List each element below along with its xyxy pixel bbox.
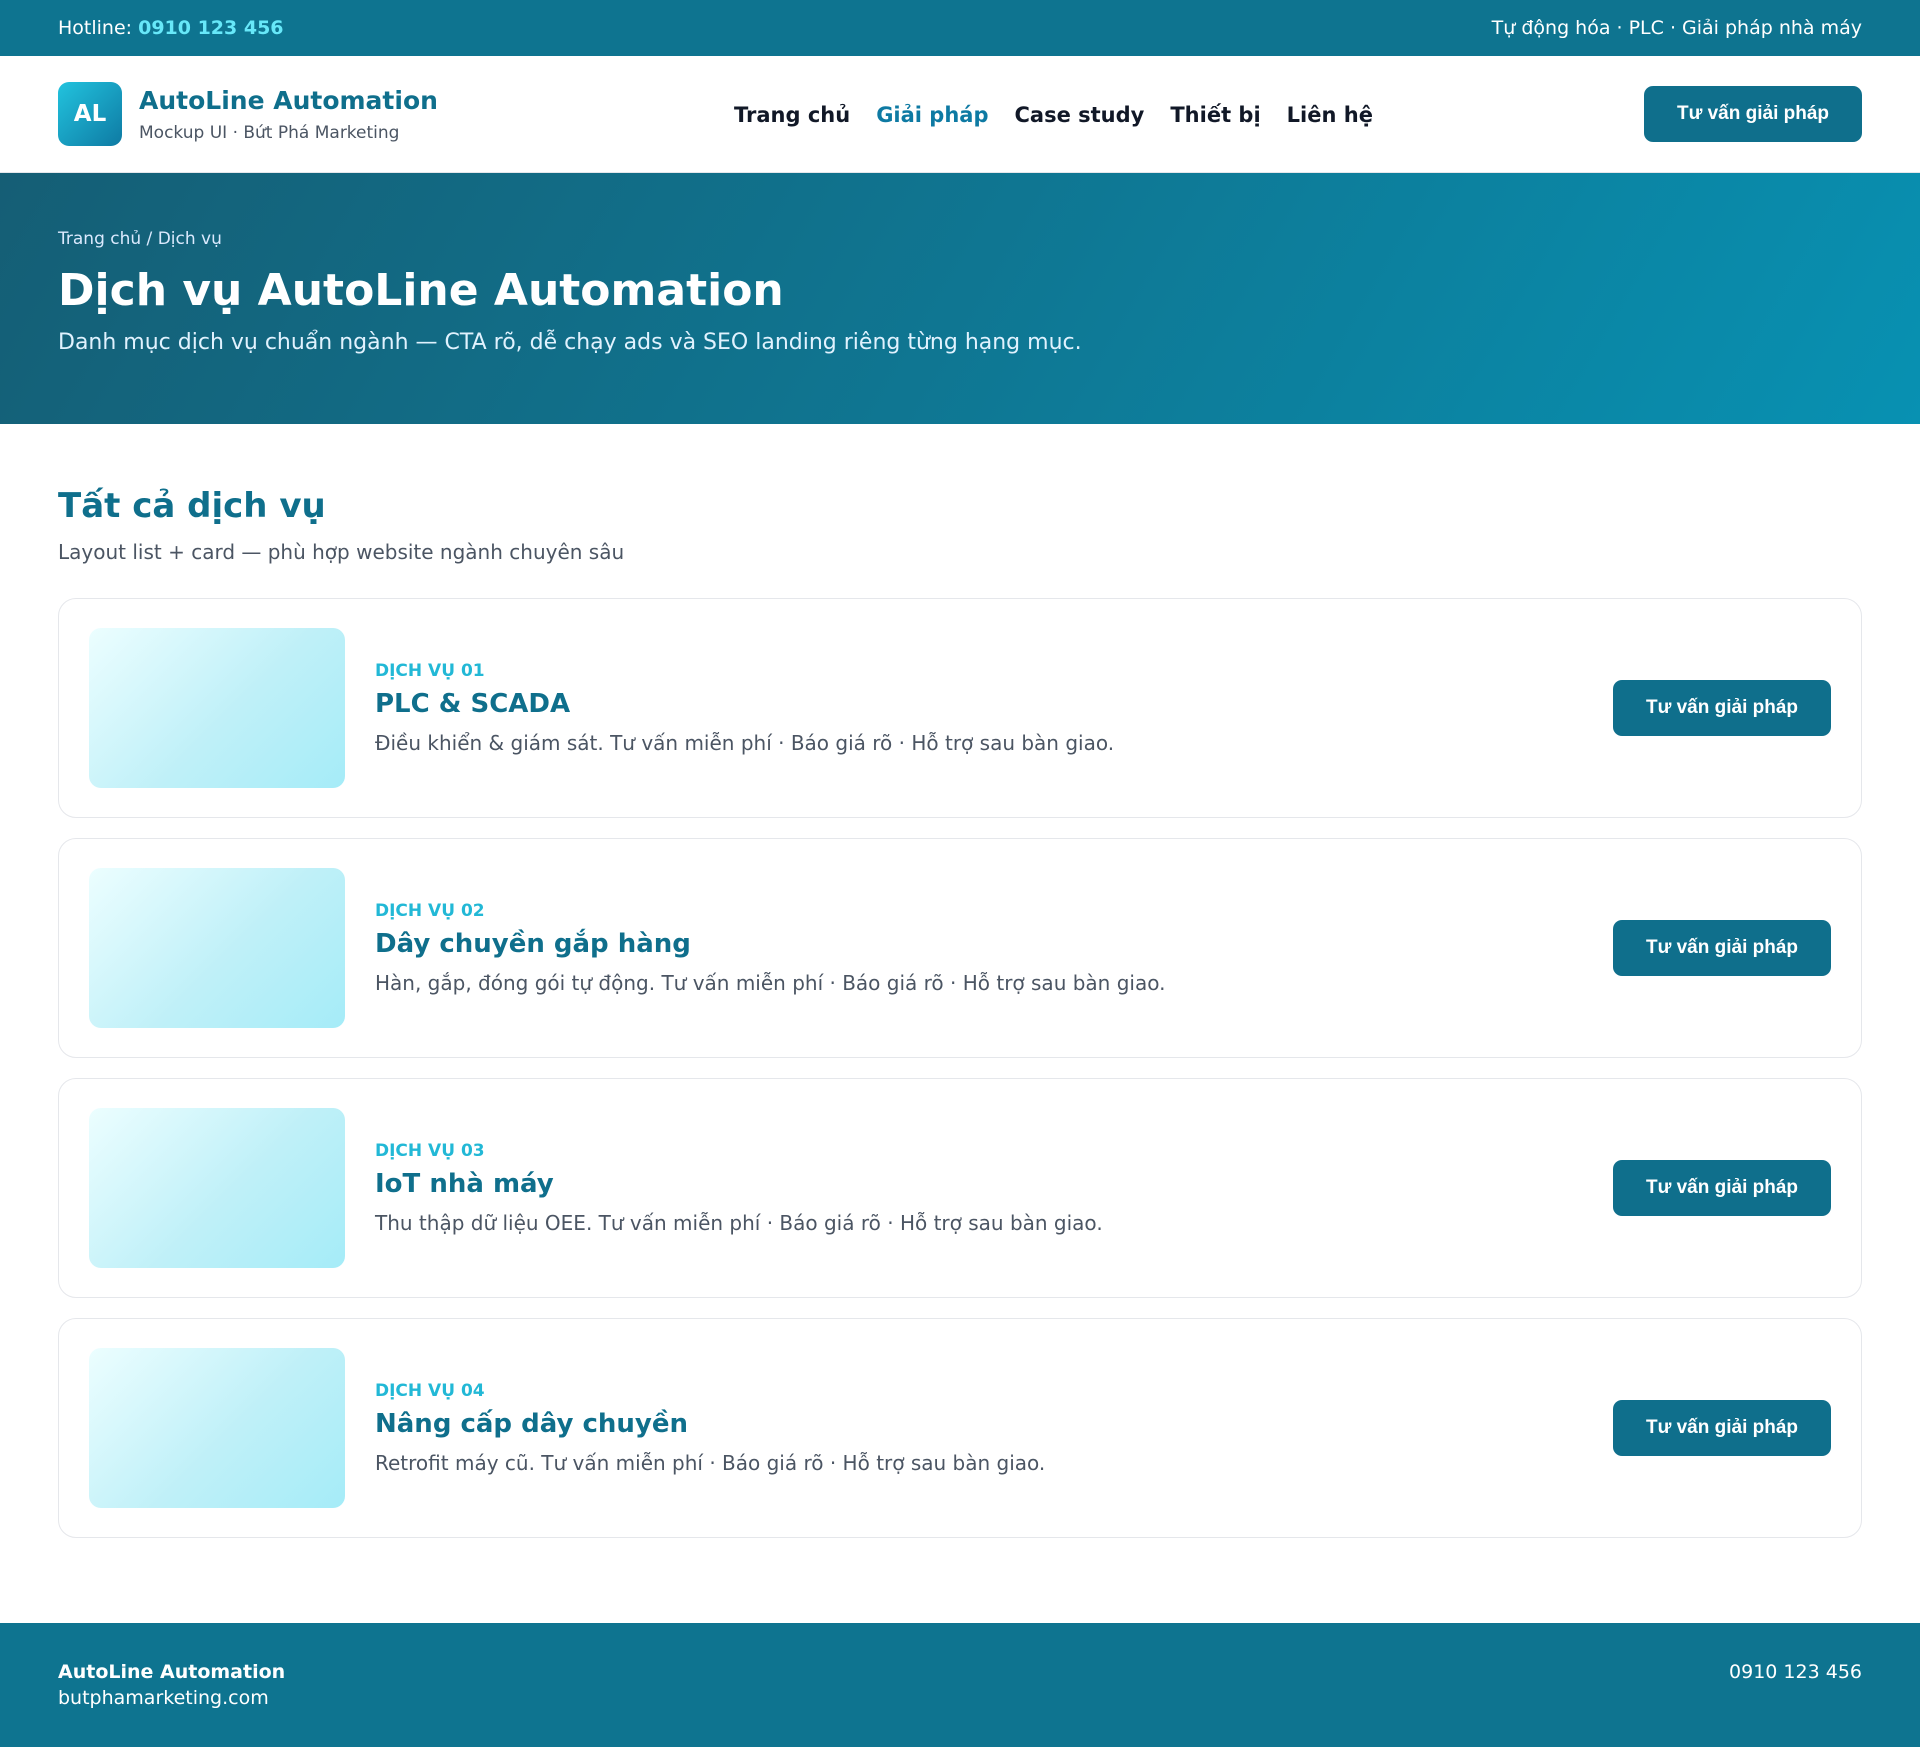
service-thumbnail [89,1108,345,1268]
footer-phone[interactable]: 0910 123 456 [1729,1661,1862,1747]
section-title: Tất cả dịch vụ [58,486,326,526]
service-title[interactable]: Nâng cấp dây chuyền [375,1409,1045,1439]
hotline: Hotline: 0910 123 456 [58,17,284,39]
service-description: Thu thập dữ liệu OEE. Tư vấn miễn phí · … [375,1211,1103,1235]
logo[interactable]: AL [58,82,122,146]
footer-company: AutoLine Automation [58,1661,286,1683]
brand-name: AutoLine Automation [139,85,438,115]
hotline-number[interactable]: 0910 123 456 [138,17,283,39]
nav-item-equipment[interactable]: Thiết bị [1170,103,1260,127]
service-thumbnail [89,868,345,1028]
service-thumbnail [89,628,345,788]
service-tag: DỊCH VỤ 04 [375,1381,485,1401]
header-cta-button[interactable]: Tư vấn giải pháp [1644,86,1862,142]
page-title: Dịch vụ AutoLine Automation [58,265,784,316]
hero-banner: Trang chủ / Dịch vụ Dịch vụ AutoLine Aut… [0,173,1920,424]
service-cta-button[interactable]: Tư vấn giải pháp [1613,1160,1831,1216]
main-content: Tất cả dịch vụ Layout list + card — phù … [0,424,1920,1538]
top-bar: Hotline: 0910 123 456 Tự động hóa · PLC … [0,0,1920,56]
footer-website[interactable]: butphamarketing.com [58,1687,285,1709]
service-tag: DỊCH VỤ 03 [375,1141,485,1161]
topbar-tagline: Tự động hóa · PLC · Giải pháp nhà máy [1491,17,1862,39]
service-description: Hàn, gắp, đóng gói tự động. Tư vấn miễn … [375,971,1166,995]
breadcrumb[interactable]: Trang chủ / Dịch vụ [58,229,1862,249]
service-card: DỊCH VỤ 02 Dây chuyền gắp hàng Hàn, gắp,… [58,838,1862,1058]
nav-item-case-study[interactable]: Case study [1015,103,1145,127]
service-card: DỊCH VỤ 01 PLC & SCADA Điều khiển & giám… [58,598,1862,818]
service-title[interactable]: PLC & SCADA [375,689,1114,719]
service-thumbnail [89,1348,345,1508]
nav-item-contact[interactable]: Liên hệ [1287,103,1373,127]
service-description: Điều khiển & giám sát. Tư vấn miễn phí ·… [375,731,1115,755]
service-card: DỊCH VỤ 04 Nâng cấp dây chuyền Retrofit … [58,1318,1862,1538]
service-title[interactable]: IoT nhà máy [375,1169,1103,1199]
hero-description: Danh mục dịch vụ chuẩn ngành — CTA rõ, d… [58,330,1082,355]
section-subtitle: Layout list + card — phù hợp website ngà… [58,540,625,564]
nav-item-home[interactable]: Trang chủ [734,103,850,127]
service-card: DỊCH VỤ 03 IoT nhà máy Thu thập dữ liệu … [58,1078,1862,1298]
service-cta-button[interactable]: Tư vấn giải pháp [1613,1400,1831,1456]
service-description: Retrofit máy cũ. Tư vấn miễn phí · Báo g… [375,1451,1046,1475]
service-title[interactable]: Dây chuyền gắp hàng [375,929,1165,959]
nav-item-solutions[interactable]: Giải pháp [876,103,988,127]
service-tag: DỊCH VỤ 01 [375,661,485,681]
brand-subtitle: Mockup UI · Bứt Phá Marketing [139,122,400,143]
service-cta-button[interactable]: Tư vấn giải pháp [1613,680,1831,736]
service-cta-button[interactable]: Tư vấn giải pháp [1613,920,1831,976]
site-header: AL AutoLine Automation Mockup UI · Bứt P… [0,56,1920,173]
site-footer: AutoLine Automation butphamarketing.com … [0,1623,1920,1747]
brand[interactable]: AL AutoLine Automation Mockup UI · Bứt P… [58,82,438,146]
service-tag: DỊCH VỤ 02 [375,901,485,921]
main-nav: Trang chủ Giải pháp Case study Thiết bị … [734,56,1373,173]
hotline-label: Hotline: [58,17,139,39]
service-list: DỊCH VỤ 01 PLC & SCADA Điều khiển & giám… [58,598,1862,1538]
